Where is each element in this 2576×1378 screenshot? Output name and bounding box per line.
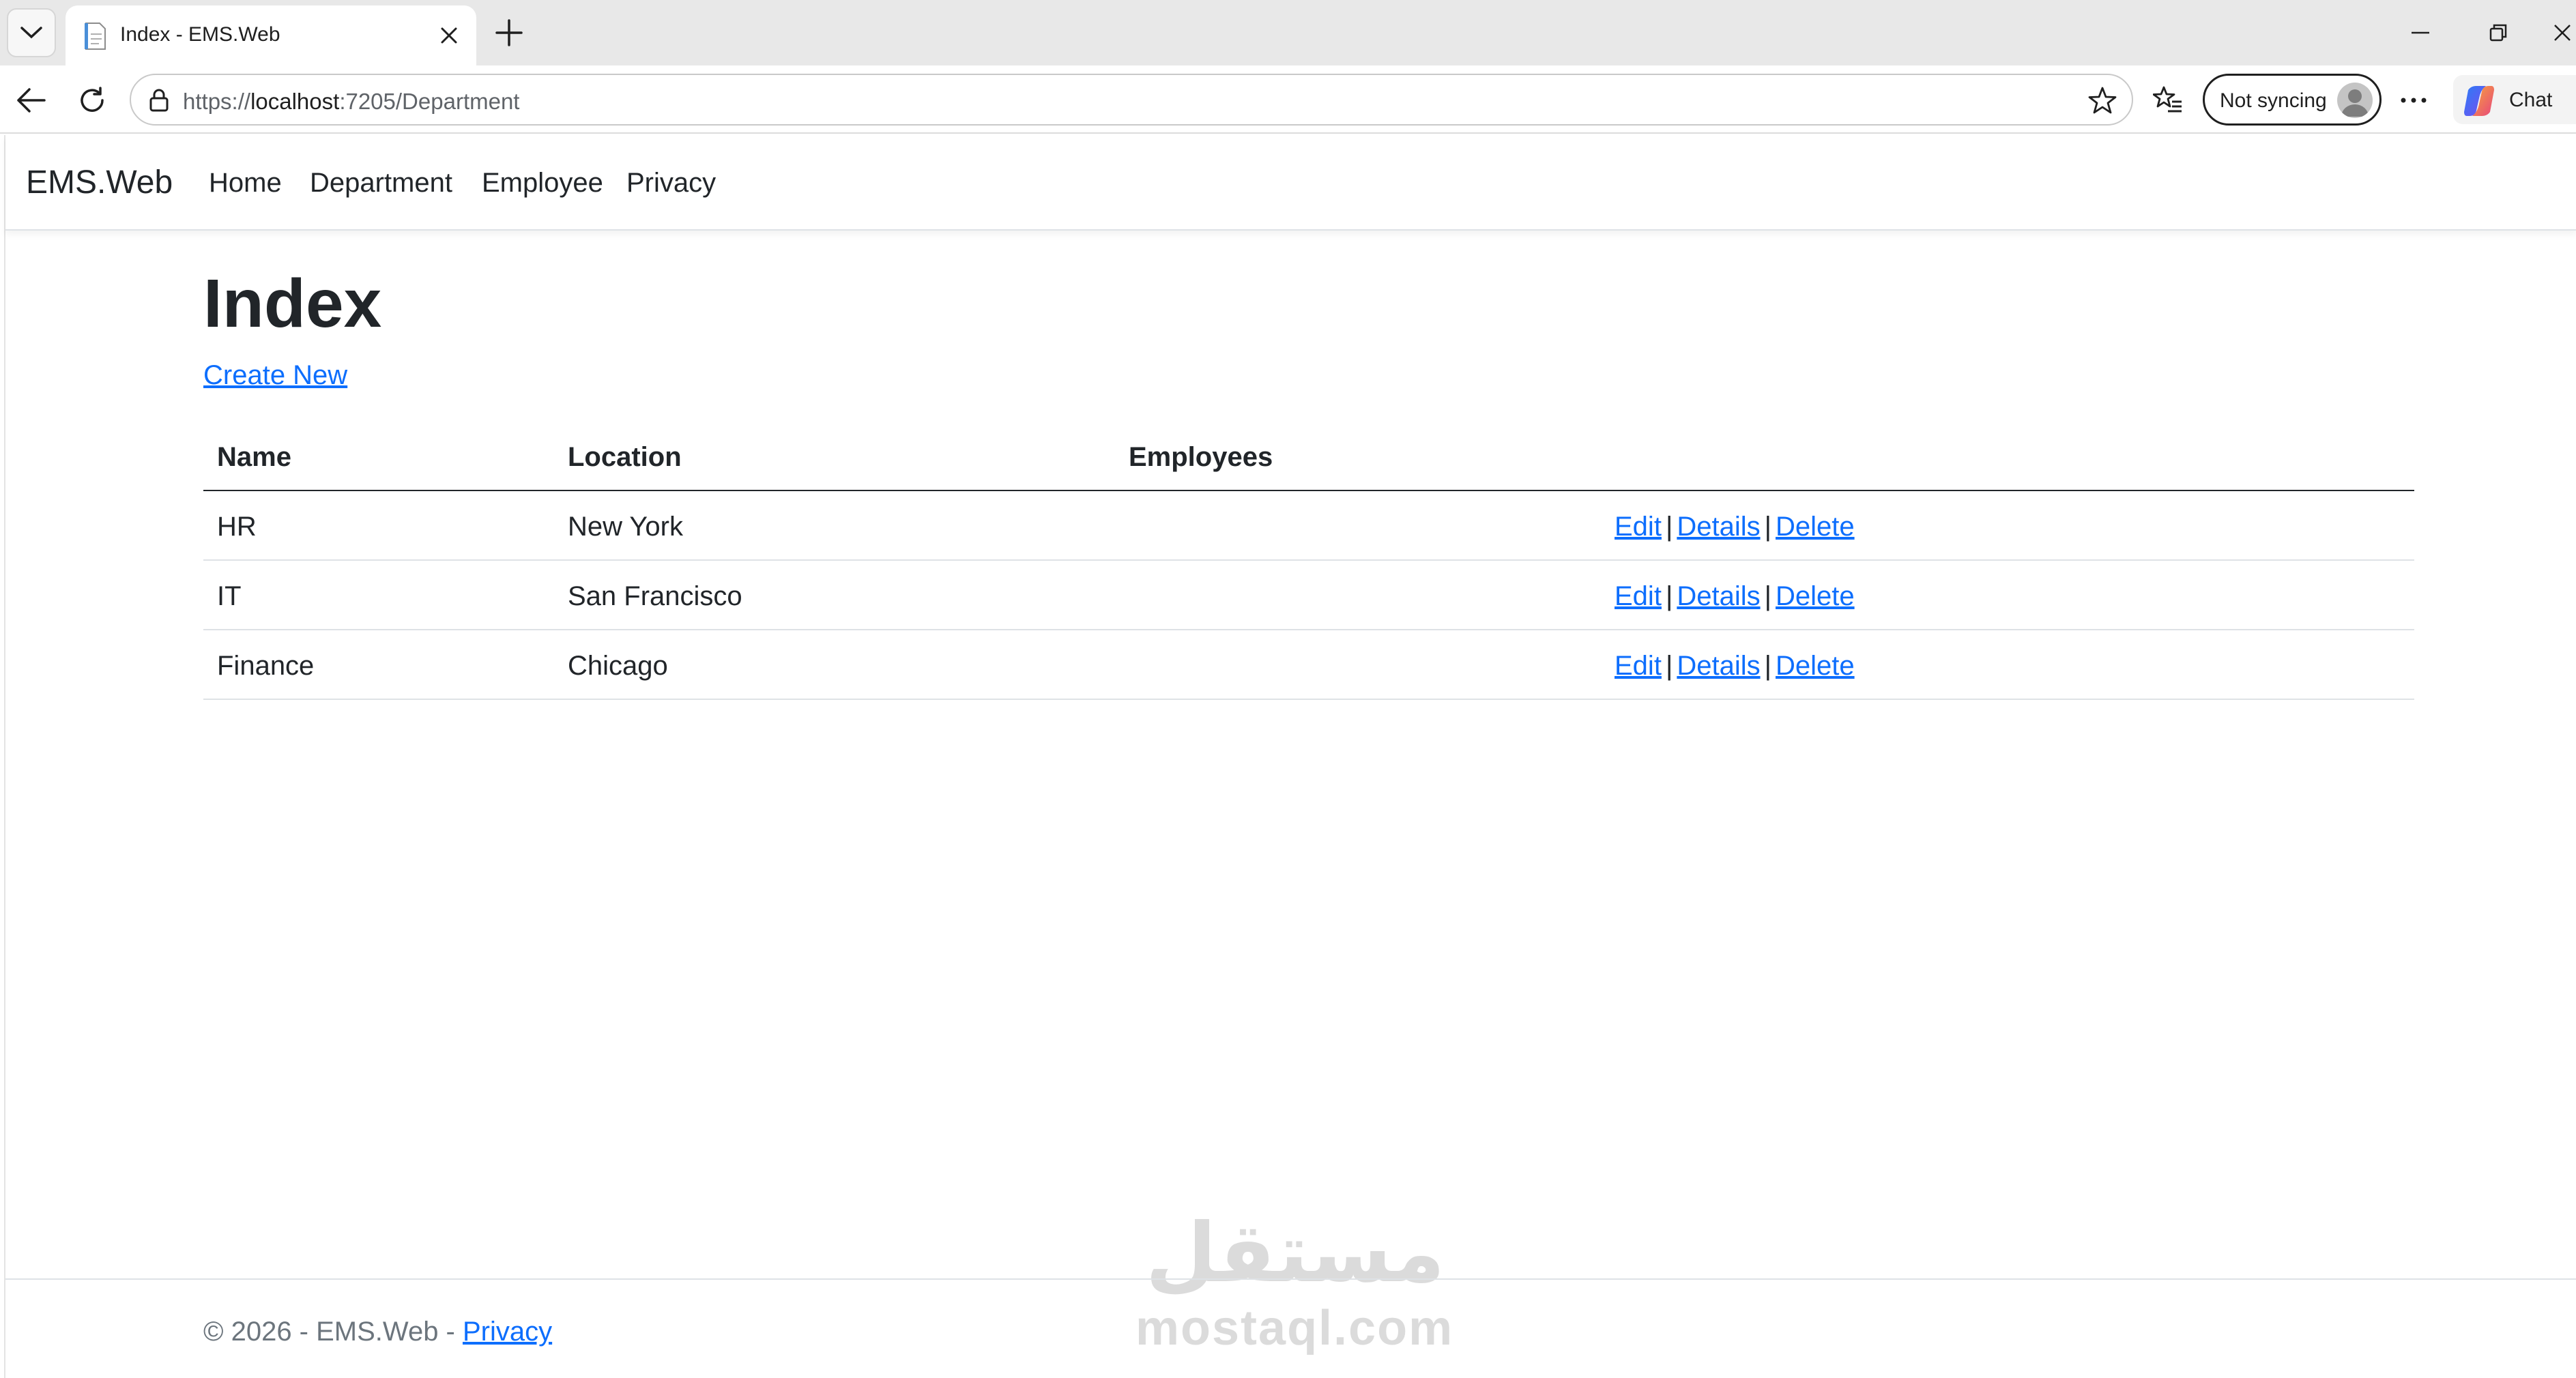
favorites-list-icon — [2153, 86, 2182, 113]
table-row: HR New York Edit | Details | Delete — [203, 491, 2414, 561]
cell-name: HR — [217, 512, 257, 542]
back-button[interactable] — [10, 79, 52, 121]
more-options-button[interactable] — [2392, 79, 2435, 121]
close-tab-button[interactable] — [434, 20, 464, 50]
action-separator: | — [1665, 512, 1673, 542]
action-separator: | — [1665, 581, 1673, 611]
refresh-icon — [81, 87, 104, 112]
cell-location: New York — [568, 512, 683, 542]
delete-link[interactable]: Delete — [1776, 512, 1855, 542]
row-actions: Edit | Details | Delete — [1615, 512, 1855, 542]
close-icon — [2554, 25, 2571, 41]
tab-list-button[interactable] — [7, 8, 56, 57]
delete-link[interactable]: Delete — [1776, 651, 1855, 681]
back-arrow-icon — [17, 88, 46, 113]
action-separator: | — [1764, 651, 1771, 681]
active-tab[interactable]: Index - EMS.Web — [66, 5, 476, 65]
page-viewport: EMS.Web Home Department Employee Privacy… — [4, 135, 2576, 1378]
create-new-link[interactable]: Create New — [203, 360, 347, 391]
column-header-name: Name — [217, 442, 291, 472]
minimize-icon — [2412, 31, 2429, 34]
nav-link-home[interactable]: Home — [209, 168, 282, 199]
brand-link[interactable]: EMS.Web — [26, 164, 173, 201]
profile-button[interactable]: Not syncing — [2203, 74, 2382, 126]
favorites-button[interactable] — [2147, 79, 2189, 121]
minimize-button[interactable] — [2397, 12, 2444, 53]
footer-text: © 2026 - EMS.Web - Privacy — [203, 1317, 553, 1347]
action-separator: | — [1764, 512, 1771, 542]
details-link[interactable]: Details — [1677, 512, 1760, 542]
cell-name: Finance — [217, 651, 315, 681]
action-separator: | — [1665, 651, 1673, 681]
column-header-location: Location — [568, 442, 682, 472]
close-icon — [441, 27, 457, 44]
row-actions: Edit | Details | Delete — [1615, 651, 1855, 681]
restore-icon — [2489, 24, 2507, 42]
cell-location: San Francisco — [568, 581, 742, 611]
nav-link-privacy[interactable]: Privacy — [626, 168, 716, 199]
tab-strip: Index - EMS.Web — [0, 0, 2576, 65]
table-row: IT San Francisco Edit | Details | Delete — [203, 561, 2414, 630]
url-text[interactable]: https://localhost:7205/Department — [183, 89, 519, 115]
site-footer: © 2026 - EMS.Web - Privacy — [5, 1278, 2576, 1378]
profile-label: Not syncing — [2220, 89, 2327, 112]
details-link[interactable]: Details — [1677, 581, 1760, 611]
chat-label: Chat — [2509, 89, 2553, 111]
cell-location: Chicago — [568, 651, 668, 681]
column-header-employees: Employees — [1129, 442, 1273, 472]
new-tab-button[interactable] — [490, 14, 528, 52]
delete-link[interactable]: Delete — [1776, 581, 1855, 611]
cell-name: IT — [217, 581, 242, 611]
plus-icon — [495, 19, 523, 46]
star-icon — [2088, 87, 2117, 114]
avatar — [2337, 83, 2373, 118]
favorite-star-button[interactable] — [2085, 83, 2119, 117]
lock-icon[interactable] — [146, 87, 172, 113]
nav-link-department[interactable]: Department — [310, 168, 452, 199]
browser-toolbar: https://localhost:7205/Department Not sy… — [0, 65, 2576, 134]
close-window-button[interactable] — [2552, 12, 2576, 53]
page-title: Index — [203, 265, 382, 342]
chevron-down-icon — [20, 27, 42, 39]
edit-link[interactable]: Edit — [1615, 512, 1662, 542]
row-actions: Edit | Details | Delete — [1615, 581, 1855, 612]
page-icon — [85, 23, 106, 50]
table-header: Name Location Employees — [203, 422, 2414, 491]
nav-link-employee[interactable]: Employee — [482, 168, 603, 199]
edit-link[interactable]: Edit — [1615, 651, 1662, 681]
edit-link[interactable]: Edit — [1615, 581, 1662, 611]
site-navbar: EMS.Web Home Department Employee Privacy — [5, 135, 2576, 231]
tab-title: Index - EMS.Web — [120, 23, 280, 46]
details-link[interactable]: Details — [1677, 651, 1760, 681]
action-separator: | — [1764, 581, 1771, 611]
copilot-icon — [2464, 86, 2494, 116]
refresh-button[interactable] — [71, 79, 113, 121]
restore-button[interactable] — [2474, 12, 2522, 53]
address-bar[interactable]: https://localhost:7205/Department — [130, 74, 2133, 126]
table-row: Finance Chicago Edit | Details | Delete — [203, 630, 2414, 700]
footer-privacy-link[interactable]: Privacy — [463, 1317, 552, 1347]
department-table: Name Location Employees HR New York Edit… — [203, 422, 2414, 700]
more-icon — [2401, 98, 2427, 103]
copilot-chat-button[interactable]: Chat — [2453, 75, 2576, 124]
